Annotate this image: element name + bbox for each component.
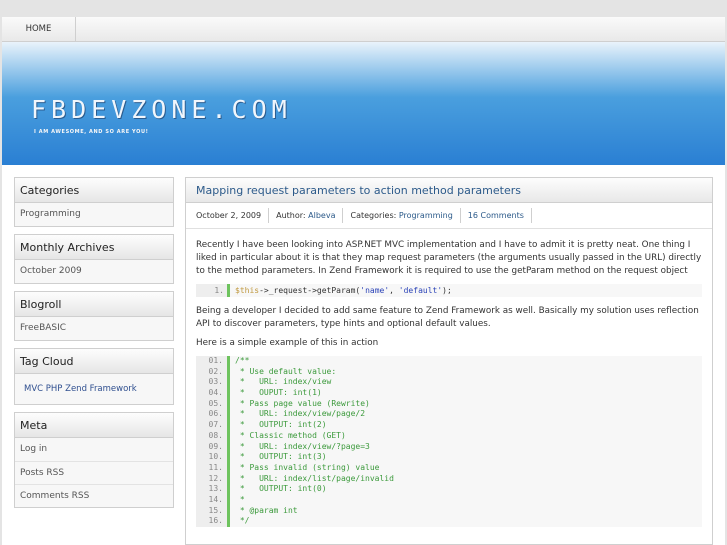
meta-title: Meta bbox=[15, 413, 173, 438]
top-navbar: HOME bbox=[2, 17, 725, 42]
login-link[interactable]: Log in bbox=[15, 438, 173, 461]
code-line: * Use default value: bbox=[235, 366, 337, 376]
line-number: 07. bbox=[196, 420, 230, 431]
code-row: 01. /** bbox=[196, 356, 702, 367]
tag-cloud-widget: Tag Cloud MVC PHP Zend Framework bbox=[14, 348, 174, 405]
code-row: 02. * Use default value: bbox=[196, 366, 702, 378]
code-line: */ bbox=[235, 516, 250, 526]
code-snippet: 1. $this->_request->getParam('name', 'de… bbox=[196, 284, 702, 297]
code-block: 01./** 02. * Use default value: 03. * URL:… bbox=[196, 356, 702, 527]
author-label: Author: bbox=[276, 211, 306, 220]
categories-widget: Categories Programming bbox=[14, 177, 174, 227]
blogroll-widget: Blogroll FreeBASIC bbox=[14, 291, 174, 341]
code-line: * URL: index/view bbox=[235, 377, 332, 387]
line-number: 04. bbox=[196, 388, 230, 399]
site-header: FBDEVZONE.COM I AM AWESOME, AND SO ARE Y… bbox=[2, 42, 725, 165]
code-row: 06. * URL: index/view/page/2 bbox=[196, 409, 702, 421]
post-date: October 2, 2009 bbox=[196, 211, 262, 220]
line-number: 13. bbox=[196, 484, 230, 495]
line-number: 14. bbox=[196, 494, 230, 506]
code-row: 04. * OUPUT: int(1) bbox=[196, 388, 702, 399]
line-number: 03. bbox=[196, 377, 230, 389]
posts-rss-link[interactable]: Posts RSS bbox=[15, 461, 173, 484]
code-row: 11. * Pass invalid (string) value bbox=[196, 462, 702, 474]
categories-title: Categories bbox=[15, 178, 173, 203]
post-paragraph: Being a developer I decided to add same … bbox=[196, 306, 699, 329]
line-number: 05. bbox=[196, 398, 230, 410]
line-number: 1. bbox=[196, 284, 230, 297]
line-number: 06. bbox=[196, 409, 230, 421]
post-paragraph: Here is a simple example of this in acti… bbox=[196, 338, 379, 348]
code-line: * OUTPUT: int(3) bbox=[235, 452, 327, 462]
code-line: * URL: index/list/page/invalid bbox=[235, 473, 394, 483]
sidebar: Categories Programming Monthly Archives … bbox=[14, 177, 174, 515]
code-row: 12. * URL: index/list/page/invalid bbox=[196, 473, 702, 485]
meta-divider bbox=[530, 208, 532, 223]
code-line: * URL: index/view/?page=3 bbox=[235, 441, 370, 451]
code-row: 13. * OUTPUT: int(0) bbox=[196, 484, 702, 495]
post-category-link[interactable]: Programming bbox=[399, 211, 453, 220]
meta-divider bbox=[342, 208, 344, 223]
line-number: 15. bbox=[196, 505, 230, 517]
line-number: 10. bbox=[196, 452, 230, 463]
meta-divider bbox=[268, 208, 270, 223]
page: HOME FBDEVZONE.COM I AM AWESOME, AND SO … bbox=[2, 17, 725, 545]
blogroll-title: Blogroll bbox=[15, 292, 173, 317]
post-paragraph: Recently I have been looking into ASP.NE… bbox=[196, 240, 702, 276]
post-body: Recently I have been looking into ASP.NE… bbox=[186, 229, 712, 527]
code-line: * OUPUT: int(1) bbox=[235, 388, 322, 398]
line-number: 09. bbox=[196, 441, 230, 453]
code-row: 03. * URL: index/view bbox=[196, 377, 702, 389]
code-row: 14. * bbox=[196, 494, 702, 506]
line-number: 01. bbox=[196, 356, 230, 367]
code-row: 15. * @param int bbox=[196, 505, 702, 517]
category-link[interactable]: Programming bbox=[15, 203, 173, 226]
site-tagline: I AM AWESOME, AND SO ARE YOU! bbox=[34, 129, 149, 135]
code-line: * Classic method (GET) bbox=[235, 430, 346, 440]
tag-cloud-links[interactable]: MVC PHP Zend Framework bbox=[15, 374, 173, 404]
line-number: 16. bbox=[196, 516, 230, 527]
line-number: 12. bbox=[196, 473, 230, 485]
code-line: $this->_request->getParam('name', 'defau… bbox=[235, 286, 452, 295]
archive-link[interactable]: October 2009 bbox=[15, 260, 173, 283]
categories-label: Categories: bbox=[350, 211, 397, 220]
code-line: /** bbox=[235, 356, 250, 365]
code-line: * OUTPUT: int(0) bbox=[235, 484, 327, 494]
comments-rss-link[interactable]: Comments RSS bbox=[15, 484, 173, 507]
code-row: 09. * URL: index/view/?page=3 bbox=[196, 441, 702, 453]
archives-title: Monthly Archives bbox=[15, 235, 173, 260]
line-number: 11. bbox=[196, 462, 230, 474]
code-row: 07. * OUTPUT: int(2) bbox=[196, 420, 702, 431]
code-line: * @param int bbox=[235, 505, 298, 515]
archives-widget: Monthly Archives October 2009 bbox=[14, 234, 174, 284]
post: Mapping request parameters to action met… bbox=[185, 177, 713, 545]
author-link[interactable]: Albeva bbox=[308, 211, 335, 220]
nav-home-link[interactable]: HOME bbox=[2, 17, 76, 41]
code-line: * Pass invalid (string) value bbox=[235, 462, 380, 472]
code-line: * bbox=[235, 494, 245, 504]
code-row: 08. * Classic method (GET) bbox=[196, 430, 702, 442]
line-number: 02. bbox=[196, 366, 230, 378]
code-line: * OUTPUT: int(2) bbox=[235, 420, 327, 430]
code-row: 10. * OUTPUT: int(3) bbox=[196, 452, 702, 463]
site-logo[interactable]: FBDEVZONE.COM bbox=[31, 95, 292, 124]
post-title[interactable]: Mapping request parameters to action met… bbox=[186, 178, 712, 203]
blogroll-link[interactable]: FreeBASIC bbox=[15, 317, 173, 340]
code-row: 16. */ bbox=[196, 516, 702, 527]
line-number: 08. bbox=[196, 430, 230, 442]
meta-divider bbox=[459, 208, 461, 223]
code-line: * URL: index/view/page/2 bbox=[235, 409, 366, 419]
meta-widget: Meta Log in Posts RSS Comments RSS bbox=[14, 412, 174, 508]
tag-cloud-title: Tag Cloud bbox=[15, 349, 173, 374]
post-meta: October 2, 2009 Author: Albeva Categorie… bbox=[186, 203, 712, 229]
comments-link[interactable]: 16 Comments bbox=[468, 211, 524, 220]
code-row: 05. * Pass page value (Rewrite) bbox=[196, 398, 702, 410]
code-line: * Pass page value (Rewrite) bbox=[235, 398, 370, 408]
